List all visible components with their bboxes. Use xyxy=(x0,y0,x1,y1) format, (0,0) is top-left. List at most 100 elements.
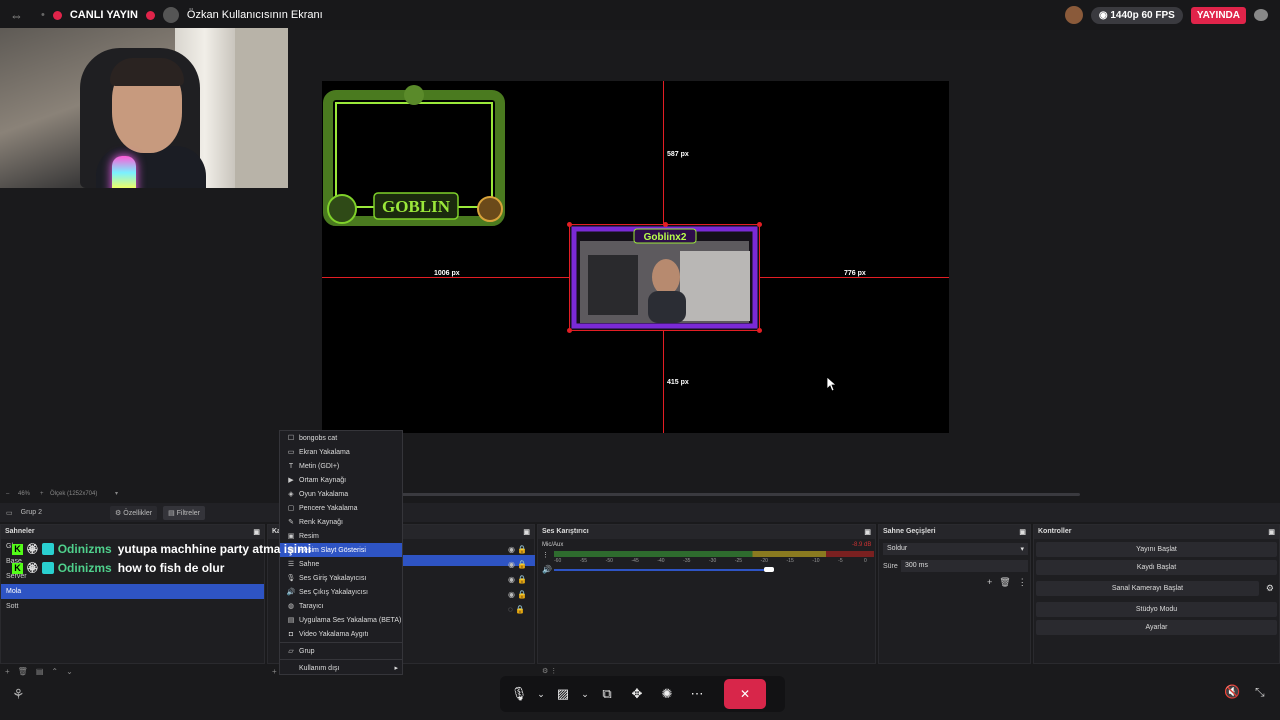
filters-label: Filtreler xyxy=(176,509,200,517)
chevron-down-icon[interactable]: ⌄ xyxy=(66,667,73,676)
eye-off-icon[interactable]: ◌ xyxy=(508,605,513,614)
fullscreen-exit-icon[interactable]: ⤡ xyxy=(1255,685,1265,700)
settings-button[interactable]: Ayarlar xyxy=(1036,620,1277,635)
scene-item[interactable]: Sott xyxy=(1,599,264,614)
eye-icon[interactable]: ◉ xyxy=(508,560,515,569)
dock-options-icon[interactable]: ▣ xyxy=(1019,528,1026,536)
reaction-icon[interactable]: ✺ xyxy=(652,679,682,709)
end-call-button[interactable]: ✕ xyxy=(724,679,766,709)
preview-scrollbar[interactable] xyxy=(400,493,1080,496)
filter-icon[interactable]: ▤ xyxy=(36,667,44,676)
menu-item[interactable]: ▶ Ortam Kaynağı xyxy=(280,473,402,487)
menu-item[interactable]: ▱ Grup xyxy=(280,644,402,658)
scale-label[interactable]: Ölçek (1252x704) xyxy=(50,491,97,497)
selected-source-name: Grup 2 xyxy=(20,509,43,516)
add-icon[interactable]: + xyxy=(987,577,992,588)
speaker-icon[interactable]: 🔊 xyxy=(542,565,552,574)
on-air-badge: YAYINDA xyxy=(1190,6,1246,24)
menu-item[interactable]: ✎ Renk Kaynağı xyxy=(280,515,402,529)
live-dot-icon xyxy=(145,10,155,20)
resize-handle-bl[interactable] xyxy=(567,328,572,333)
screen-share-icon[interactable]: ⇔ xyxy=(10,8,23,23)
volume-slider-handle[interactable] xyxy=(764,567,774,572)
eye-icon[interactable]: ◉ xyxy=(508,590,515,599)
menu-item[interactable]: 🔊 Ses Çıkış Yakalayıcısı xyxy=(280,585,402,599)
properties-button[interactable]: ⚙ Özellikler xyxy=(110,505,158,520)
menu-item[interactable]: ☐ bongobs cat xyxy=(280,431,402,445)
monitor-icon: ▭ xyxy=(287,449,295,456)
text-icon: T xyxy=(288,462,294,470)
audio-scale-tick: -5 xyxy=(838,558,843,564)
menu-item[interactable]: ◘ Video Yakalama Aygıtı xyxy=(280,627,402,641)
menu-item-label: Ses Çıkış Yakalayıcısı xyxy=(299,588,368,596)
dock-options-icon[interactable]: ▣ xyxy=(1268,528,1275,536)
obs-app-icon[interactable]: ⚘ xyxy=(12,686,25,703)
transition-type-select[interactable]: Soldur ▾ xyxy=(883,543,1028,555)
eye-icon[interactable]: ◉ xyxy=(508,575,515,584)
menu-item[interactable]: ▢ Pencere Yakalama xyxy=(280,501,402,515)
play-icon: ▶ xyxy=(288,477,294,484)
menu-item[interactable]: ▤ Uygulama Ses Yakalama (BETA) xyxy=(280,613,402,627)
lock-icon[interactable]: 🔒 xyxy=(517,590,527,599)
apps-icon[interactable]: ✥ xyxy=(622,679,652,709)
menu-item[interactable]: 🎙 Ses Giriş Yakalayıcısı xyxy=(280,571,402,585)
scene-item-active[interactable]: Mola xyxy=(1,584,264,599)
resize-handle-tr[interactable] xyxy=(757,222,762,227)
duration-input[interactable]: 300 ms xyxy=(901,560,1028,572)
chevron-down-icon[interactable]: ⌄ xyxy=(578,679,592,709)
start-recording-button[interactable]: Kaydı Başlat xyxy=(1036,560,1277,575)
add-icon[interactable]: + xyxy=(5,667,10,676)
zoom-level[interactable]: 46% xyxy=(18,491,30,497)
chevron-down-icon[interactable]: ⌄ xyxy=(534,679,548,709)
more-vertical-icon[interactable]: ⋮ xyxy=(542,551,549,559)
resize-handle-top[interactable] xyxy=(663,222,668,227)
selected-source-frame[interactable]: Goblinx2 xyxy=(567,222,762,333)
menu-item[interactable]: T Metin (GDI+) xyxy=(280,459,402,473)
resize-handle-tl[interactable] xyxy=(567,222,572,227)
dock-options-icon[interactable]: ▣ xyxy=(253,528,260,536)
audio-scale-tick: -20 xyxy=(760,558,768,564)
dock-options-icon[interactable]: ▣ xyxy=(864,528,871,536)
chevron-up-icon[interactable]: ⌃ xyxy=(51,667,58,676)
screen-title: Özkan Kullanıcısının Ekranı xyxy=(186,9,323,21)
lock-icon[interactable]: 🔒 xyxy=(517,545,527,554)
chat-bubble-icon[interactable] xyxy=(1254,9,1268,21)
distance-bottom: 415 px xyxy=(667,379,689,386)
menu-item[interactable]: ▣ Resim xyxy=(280,529,402,543)
more-options-icon[interactable]: ⋯ xyxy=(682,679,712,709)
gear-icon[interactable]: ⚙ xyxy=(1266,583,1274,594)
preview-canvas[interactable]: GOBLIN 587 px 1006 px 776 px 415 px Gobl… xyxy=(322,81,949,433)
volume-slider-track[interactable] xyxy=(554,569,774,571)
scale-dropdown-icon[interactable]: ▾ xyxy=(115,490,118,497)
add-source-icon[interactable]: + xyxy=(272,667,277,676)
eye-icon[interactable]: ◉ xyxy=(508,545,515,554)
menu-item[interactable]: ▭ Ekran Yakalama xyxy=(280,445,402,459)
microphone-icon[interactable]: 🎙 xyxy=(504,679,534,709)
share-screen-icon[interactable]: ⧉ xyxy=(592,679,622,709)
chat-badge-icon xyxy=(41,562,54,574)
menu-item[interactable]: Kullanım dışı ▸ xyxy=(280,661,402,675)
user-avatar[interactable] xyxy=(1064,6,1083,24)
zoom-plus[interactable]: + xyxy=(40,491,44,497)
lock-icon[interactable]: 🔒 xyxy=(517,575,527,584)
mute-speaker-icon[interactable]: 🔇 xyxy=(1224,684,1240,700)
lock-icon[interactable]: 🔒 xyxy=(515,605,525,614)
dock-options-icon[interactable]: ▣ xyxy=(523,528,530,536)
resize-handle-br[interactable] xyxy=(757,328,762,333)
menu-item[interactable]: ◍ Tarayıcı xyxy=(280,599,402,613)
rgb-lamp xyxy=(112,156,136,188)
menu-separator xyxy=(280,659,402,660)
trash-icon[interactable]: 🗑 xyxy=(18,667,28,676)
menu-item[interactable]: ☰ Sahne xyxy=(280,557,402,571)
filters-button[interactable]: ▤ Filtreler xyxy=(163,505,205,520)
lock-icon[interactable]: 🔒 xyxy=(517,560,527,569)
start-virtual-camera-button[interactable]: Sanal Kamerayı Başlat xyxy=(1036,581,1259,596)
camera-off-icon[interactable]: ▨ xyxy=(548,679,578,709)
studio-mode-button[interactable]: Stüdyo Modu xyxy=(1036,602,1277,617)
trash-icon[interactable]: 🗑 xyxy=(999,577,1010,588)
goblin-overlay-frame[interactable]: GOBLIN xyxy=(322,81,506,227)
start-streaming-button[interactable]: Yayını Başlat xyxy=(1036,542,1277,557)
menu-item[interactable]: ◈ Oyun Yakalama xyxy=(280,487,402,501)
audio-settings-icon[interactable]: ⚙ ⋮ xyxy=(542,667,557,675)
more-vertical-icon[interactable]: ⋮ xyxy=(1018,577,1027,588)
